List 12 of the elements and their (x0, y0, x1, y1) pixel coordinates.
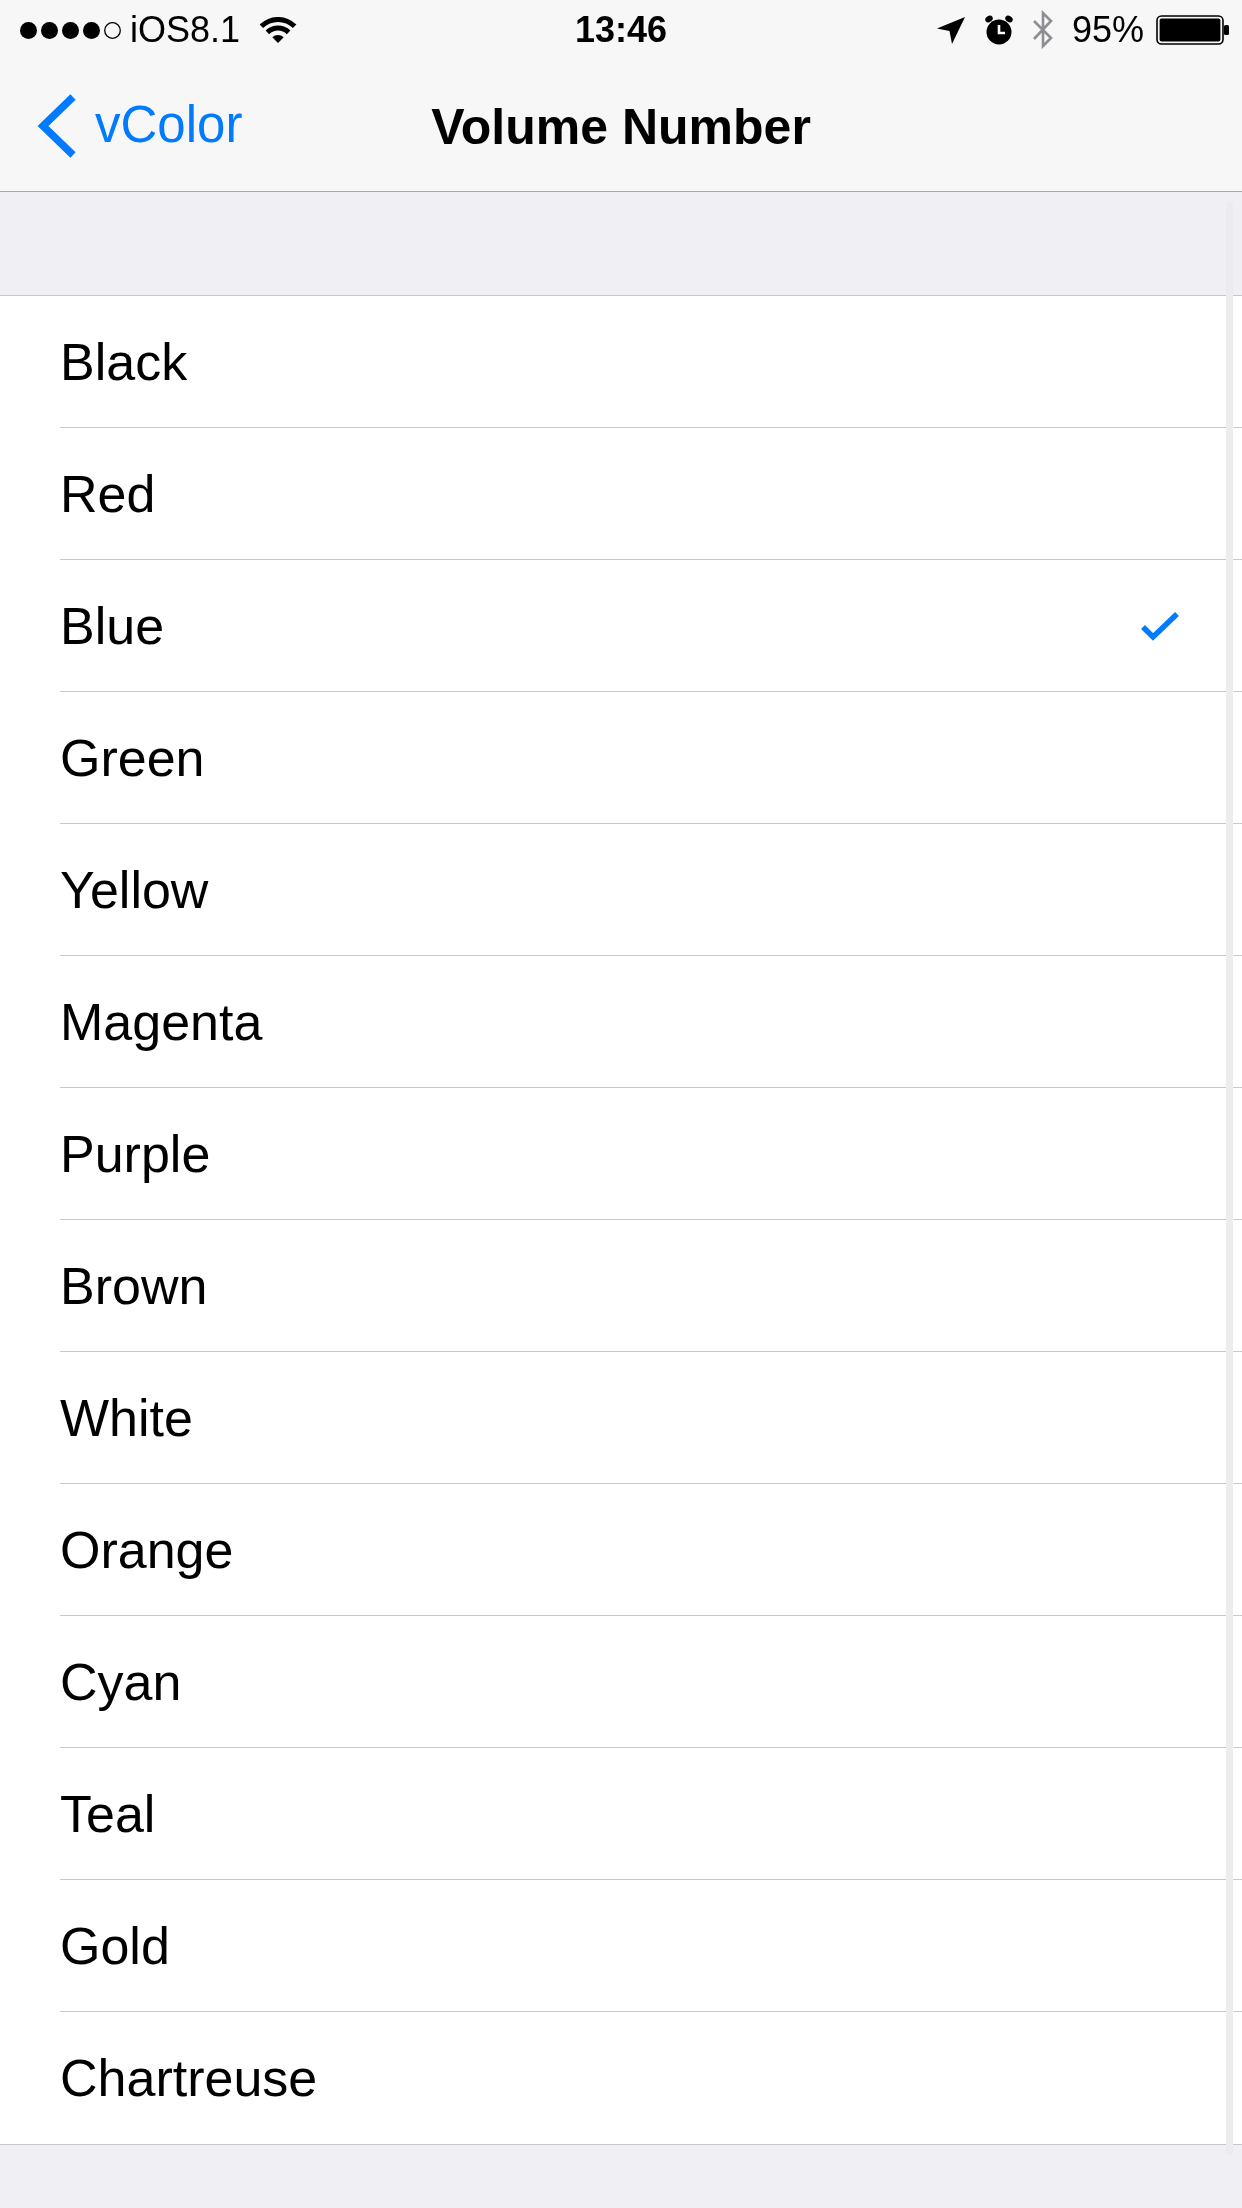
screen-title: Volume Number (431, 97, 811, 156)
wifi-icon (259, 16, 298, 44)
bluetooth-icon (1030, 10, 1055, 50)
chevron-left-icon (37, 93, 77, 158)
location-arrow-icon (936, 16, 965, 44)
battery-icon (1156, 15, 1230, 45)
alarm-clock-icon (983, 15, 1014, 45)
back-button[interactable]: vColor (30, 87, 251, 164)
battery-percentage: 95% (1071, 12, 1144, 48)
status-time: 13:46 (574, 12, 668, 48)
signal-strength-icon (20, 21, 121, 39)
carrier-name: iOS8.1 (130, 12, 241, 48)
